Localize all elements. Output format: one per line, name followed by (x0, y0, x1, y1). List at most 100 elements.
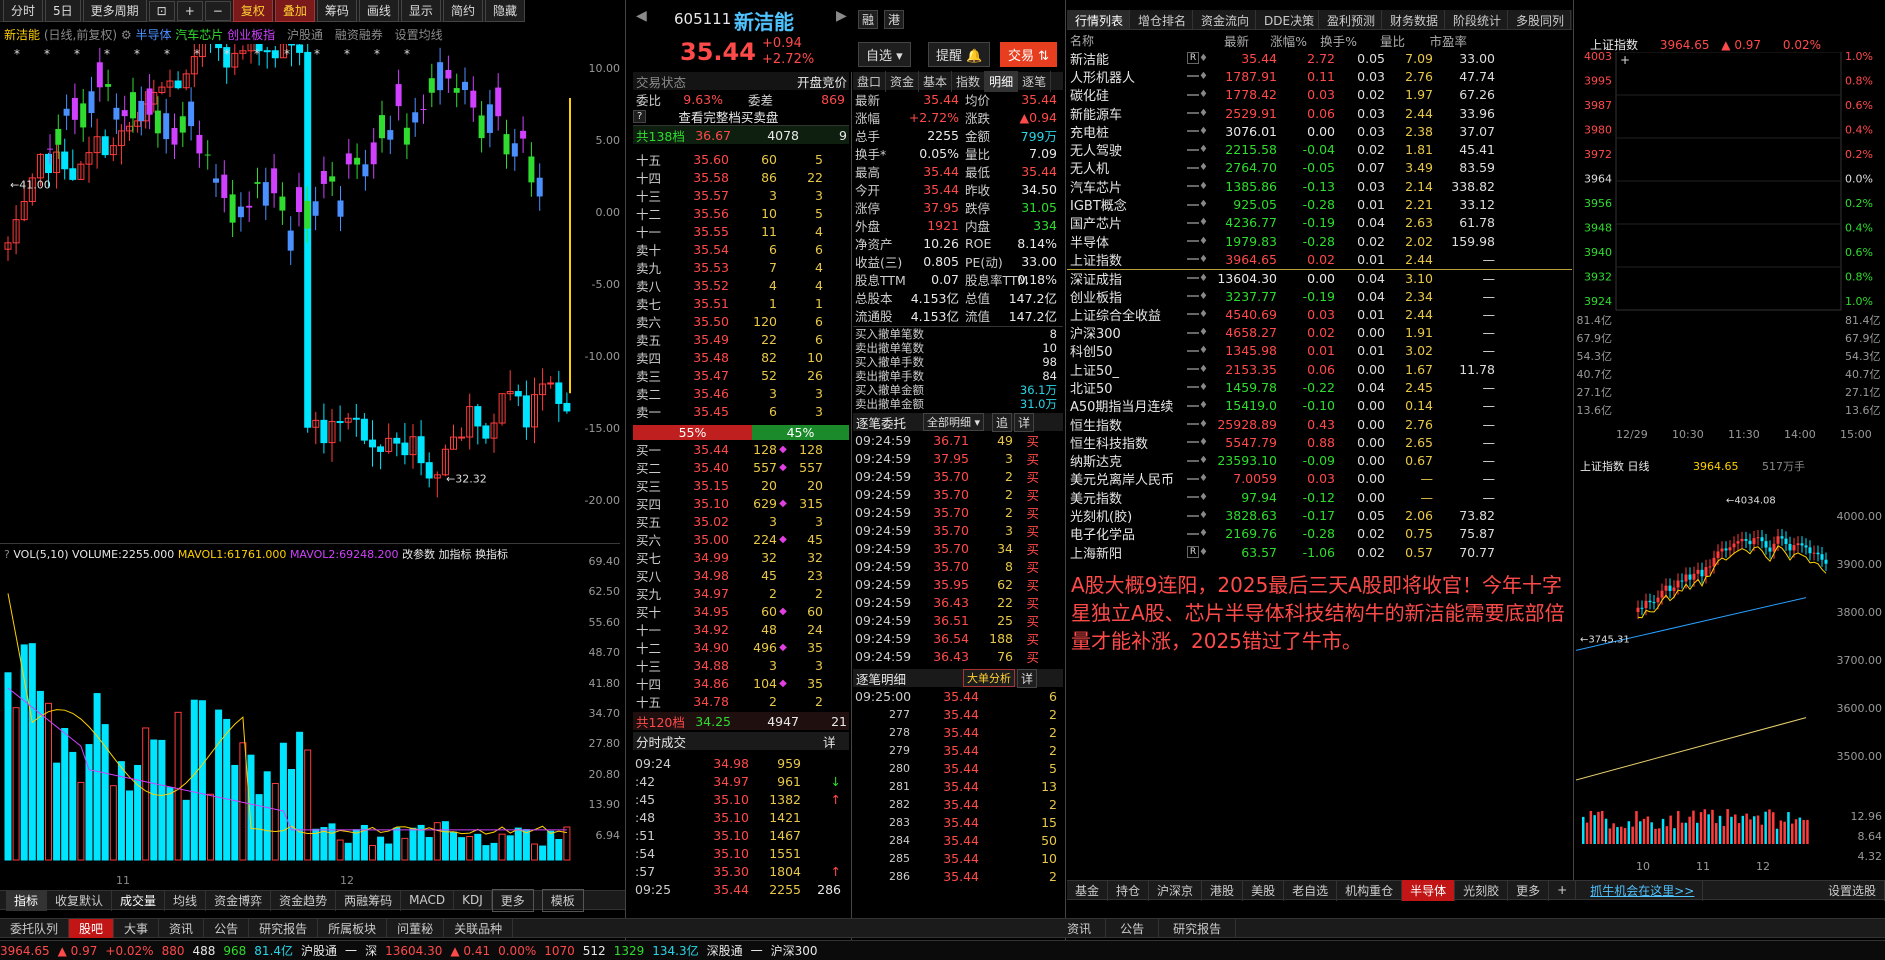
market-row[interactable]: 新洁能 R ♦ 35.44 2.72 0.05 7.09 33.00 (1067, 49, 1572, 68)
market-row[interactable]: 国产芯片 ♦ 4236.77 -0.19 0.04 2.63 61.78 (1067, 214, 1572, 232)
orders-track-button[interactable]: 追 (992, 412, 1013, 432)
info-tab[interactable]: 公告 (1106, 918, 1160, 938)
market-row[interactable]: 人形机器人 ♦ 1787.91 0.11 0.03 2.76 47.74 (1067, 67, 1572, 86)
category-tab[interactable]: 美股 (1243, 879, 1285, 901)
overlay-semis[interactable]: 半导体 (135, 28, 171, 42)
bell-icon[interactable]: ♦ (1199, 181, 1215, 192)
buy-level[interactable]: 十二 34.90 496 ◆ 35 (633, 638, 849, 656)
btn-display[interactable]: 显示 (400, 0, 441, 22)
bell-icon[interactable]: ♦ (1199, 455, 1215, 466)
bell-icon[interactable]: ♦ (1199, 437, 1215, 448)
market-row[interactable]: 上海新阳 R ♦ 63.57 -1.06 0.02 0.57 70.77 (1067, 543, 1572, 562)
sell-level[interactable]: 十三 35.57 3 3 (633, 186, 849, 204)
screener-settings[interactable]: 设置选股 (1820, 879, 1885, 901)
index-intraday-chart[interactable]: 4003 3995 3987 3980 3972 3964 3956 3948 3940 3932… (1576, 52, 1885, 442)
market-row[interactable]: 无人驾驶 ♦ 2215.58 -0.04 0.02 1.81 45.41 (1067, 140, 1572, 159)
full-book-link[interactable]: 查看完整档买卖盘 (648, 107, 778, 126)
market-row[interactable]: 创业板指 ♦ 3237.77 -0.19 0.04 2.34 — (1067, 287, 1572, 306)
watchlist-button[interactable]: 自选 ▾ (858, 42, 911, 67)
bell-icon[interactable]: ♦ (1199, 364, 1215, 375)
tab-more[interactable]: 更多 (491, 888, 534, 912)
market-tab[interactable]: 财务数据 (1382, 10, 1445, 29)
info-tab[interactable]: 委托队列 (0, 918, 70, 938)
buy-level[interactable]: 买四 35.10 629 ◆ 315 (633, 494, 849, 512)
tab-indicator[interactable]: 指标 (6, 889, 48, 911)
trade-button[interactable]: 交易 ⇅ (1000, 42, 1058, 67)
buy-level[interactable]: 买六 35.00 224 ◆ 45 (633, 530, 849, 548)
link-hk-connect[interactable]: 沪股通 (287, 28, 323, 42)
market-tab[interactable]: 多股同列 (1508, 10, 1571, 29)
info-tab[interactable]: 问董秘 (387, 918, 445, 938)
info-tab[interactable]: 关联品种 (444, 918, 514, 938)
market-row[interactable]: 恒生科技指数 ♦ 5547.79 0.88 0.00 2.65 — (1067, 433, 1572, 452)
tab-ma[interactable]: 均线 (165, 889, 207, 911)
market-row[interactable]: 电子化学品 ♦ 2169.76 -0.28 0.02 0.75 75.87 (1067, 525, 1572, 543)
tab-template[interactable]: 模板 (541, 888, 584, 912)
btn-5day[interactable]: 5日 (45, 0, 81, 22)
sell-level[interactable]: 卖十 35.54 6 6 (633, 240, 849, 258)
bell-icon[interactable]: ♦ (1199, 273, 1215, 284)
sell-level[interactable]: 十二 35.56 10 5 (633, 204, 849, 222)
quote-tab[interactable]: 明细 (985, 70, 1019, 92)
col-turnover[interactable]: 换手% (1307, 31, 1357, 50)
category-tab[interactable]: 光刻胶 (1455, 879, 1509, 901)
market-tab[interactable]: 行情列表 (1067, 10, 1130, 29)
big-order-button[interactable]: 大单分析 (963, 669, 1015, 687)
col-pe[interactable]: 市盈率 (1405, 31, 1467, 50)
sell-level[interactable]: 卖二 35.46 3 3 (633, 384, 849, 402)
bell-icon[interactable]: ♦ (1199, 473, 1215, 484)
category-tab[interactable]: 沪深京 (1149, 879, 1203, 901)
buy-level[interactable]: 十一 34.92 48 24 (633, 620, 849, 638)
overlay-chinext[interactable]: 创业板指 (227, 28, 275, 42)
sell-level[interactable]: 卖六 35.50 120 6 (633, 312, 849, 330)
info-tab[interactable]: 公告 (204, 918, 250, 938)
bell-icon[interactable]: ♦ (1199, 492, 1215, 503)
help-icon[interactable]: ? (633, 110, 647, 123)
market-row[interactable]: 北证50 ♦ 1459.78 -0.22 0.04 2.45 — (1067, 378, 1572, 397)
market-tab[interactable]: 盈利预测 (1319, 10, 1382, 29)
market-row[interactable]: 恒生指数 ♦ 25928.89 0.43 0.00 2.76 — (1067, 415, 1572, 434)
col-volratio[interactable]: 量比 (1357, 31, 1405, 50)
minus-icon[interactable]: − (204, 0, 231, 21)
bell-icon[interactable]: ♦ (1199, 236, 1215, 247)
link-margin[interactable]: 融资融券 (335, 28, 383, 42)
sell-level[interactable]: 卖九 35.53 7 4 (633, 258, 849, 276)
tab-fund-game[interactable]: 资金博弈 (206, 889, 272, 911)
volume-chart[interactable] (0, 560, 580, 870)
add-tab-icon[interactable]: + (1549, 881, 1577, 899)
bell-icon[interactable]: ♦ (1199, 327, 1215, 338)
btn-hide[interactable]: 隐藏 (484, 0, 525, 22)
buy-level[interactable]: 十五 34.78 2 2 (633, 692, 849, 710)
bell-icon[interactable]: ♦ (1199, 217, 1215, 228)
bell-icon[interactable]: ♦ (1199, 162, 1215, 173)
sell-level[interactable]: 卖三 35.47 52 26 (633, 366, 849, 384)
tab-margin-chips[interactable]: 两融筹码 (336, 889, 402, 911)
market-tab[interactable]: 增仓排名 (1130, 10, 1193, 29)
market-row[interactable]: 深证成指 ♦ 13604.30 0.00 0.04 3.10 — (1067, 268, 1572, 288)
bell-icon[interactable]: ♦ (1199, 126, 1215, 137)
bell-icon[interactable]: ♦ (1199, 89, 1215, 100)
market-row[interactable]: 充电桩 ♦ 3076.01 0.00 0.03 2.38 37.07 (1067, 122, 1572, 141)
buy-level[interactable]: 买八 34.98 45 23 (633, 566, 849, 584)
category-tab[interactable]: 更多 (1508, 879, 1550, 901)
bell-icon[interactable]: ♦ (1199, 254, 1215, 265)
tab-volume[interactable]: 成交量 (112, 889, 166, 911)
buy-level[interactable]: 十三 34.88 3 3 (633, 656, 849, 674)
sell-level[interactable]: 十五 35.60 60 5 (633, 150, 849, 168)
btn-draw[interactable]: 画线 (358, 0, 399, 22)
link-ma-settings[interactable]: 设置均线 (395, 28, 443, 42)
market-tab[interactable]: DDE决策 (1256, 10, 1319, 29)
market-row[interactable]: 半导体 ♦ 1979.83 -0.28 0.02 2.02 159.98 (1067, 232, 1572, 251)
bell-icon[interactable]: ♦ (1199, 382, 1215, 393)
market-row[interactable]: 光刻机(胶) ♦ 3828.63 -0.17 0.05 2.06 73.82 (1067, 506, 1572, 525)
buy-level[interactable]: 买二 35.40 557 ◆ 557 (633, 458, 849, 476)
sell-level[interactable]: 卖七 35.51 1 1 (633, 294, 849, 312)
category-tab[interactable]: 港股 (1202, 879, 1244, 901)
bell-icon[interactable]: ♦ (1199, 528, 1215, 539)
quote-tab[interactable]: 指数 (952, 70, 986, 92)
sell-level[interactable]: 十四 35.58 86 22 (633, 168, 849, 186)
plus-icon[interactable]: + (1620, 53, 1630, 67)
sell-level[interactable]: 卖五 35.49 22 6 (633, 330, 849, 348)
bull-link[interactable]: 抓牛机会在这里>> (1582, 879, 1704, 901)
market-row[interactable]: 上证指数 ♦ 3964.65 0.02 0.01 2.44 — (1067, 250, 1572, 269)
